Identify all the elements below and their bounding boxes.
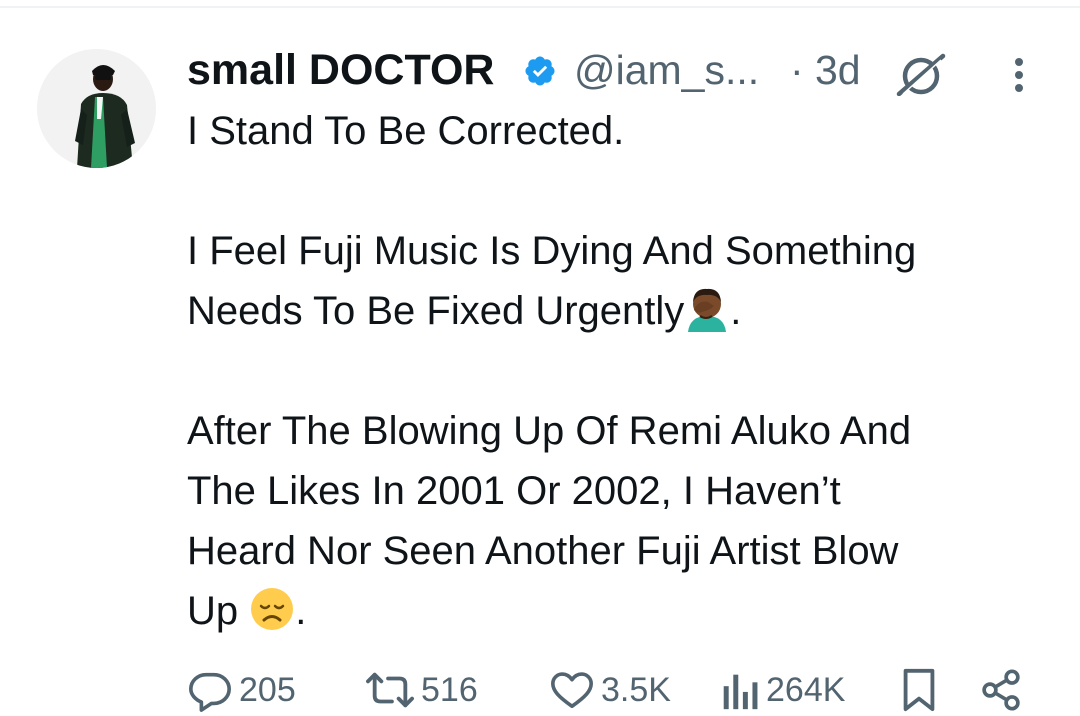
views-icon: [723, 674, 758, 710]
heart-icon: [551, 672, 593, 709]
bookmark-icon: [903, 668, 935, 712]
tweet-text-line-1: I Stand To Be Corrected.: [187, 109, 625, 153]
like-count: 3.5K: [601, 670, 671, 709]
tweet-text-paragraph-2: I Feel Fuji Music Is Dying And Something…: [187, 221, 1047, 341]
tweet-text-paragraph-3: After The Blowing Up Of Remi Aluko And T…: [187, 401, 1047, 641]
reply-count: 205: [239, 670, 296, 709]
reply-button[interactable]: 205: [187, 664, 296, 716]
more-options-icon[interactable]: [1007, 52, 1031, 96]
author-handle[interactable]: @iam_s...: [574, 44, 759, 96]
tweet-text-paragraph-2-body: I Feel Fuji Music Is Dying And Something…: [187, 229, 917, 333]
avatar[interactable]: [37, 49, 156, 168]
view-count: 264K: [766, 670, 846, 709]
like-button[interactable]: 3.5K: [549, 664, 671, 716]
bookmark-button[interactable]: [899, 664, 939, 716]
repost-count: 516: [421, 670, 478, 709]
repost-button[interactable]: 516: [365, 664, 478, 716]
avatar-image: [37, 49, 156, 168]
verified-badge-icon: [525, 56, 555, 86]
meta-separator: ·: [790, 47, 804, 93]
timestamp[interactable]: 3d: [815, 44, 861, 96]
display-name[interactable]: small DOCTOR: [187, 44, 494, 96]
tweet-text: I Stand To Be Corrected. I Feel Fuji Mus…: [187, 101, 1047, 641]
tweet-text-paragraph-3-end: .: [295, 589, 307, 633]
tweet-text-paragraph-2-end: .: [730, 289, 742, 333]
man-facepalming-emoji: [688, 288, 727, 332]
views-button[interactable]: 264K: [720, 664, 845, 716]
grok-icon[interactable]: [895, 52, 947, 96]
tweet-header: small DOCTOR @iam_s... · 3d: [187, 44, 1047, 96]
disappointed-face-emoji: [251, 588, 294, 630]
repost-icon: [366, 672, 414, 708]
action-bar: 205 516 3.5K 264K: [187, 664, 1027, 716]
share-button[interactable]: [979, 664, 1023, 716]
share-icon: [982, 669, 1020, 711]
tweet[interactable]: small DOCTOR @iam_s... · 3d I Stand To B…: [0, 0, 1080, 716]
reply-icon: [189, 672, 231, 712]
